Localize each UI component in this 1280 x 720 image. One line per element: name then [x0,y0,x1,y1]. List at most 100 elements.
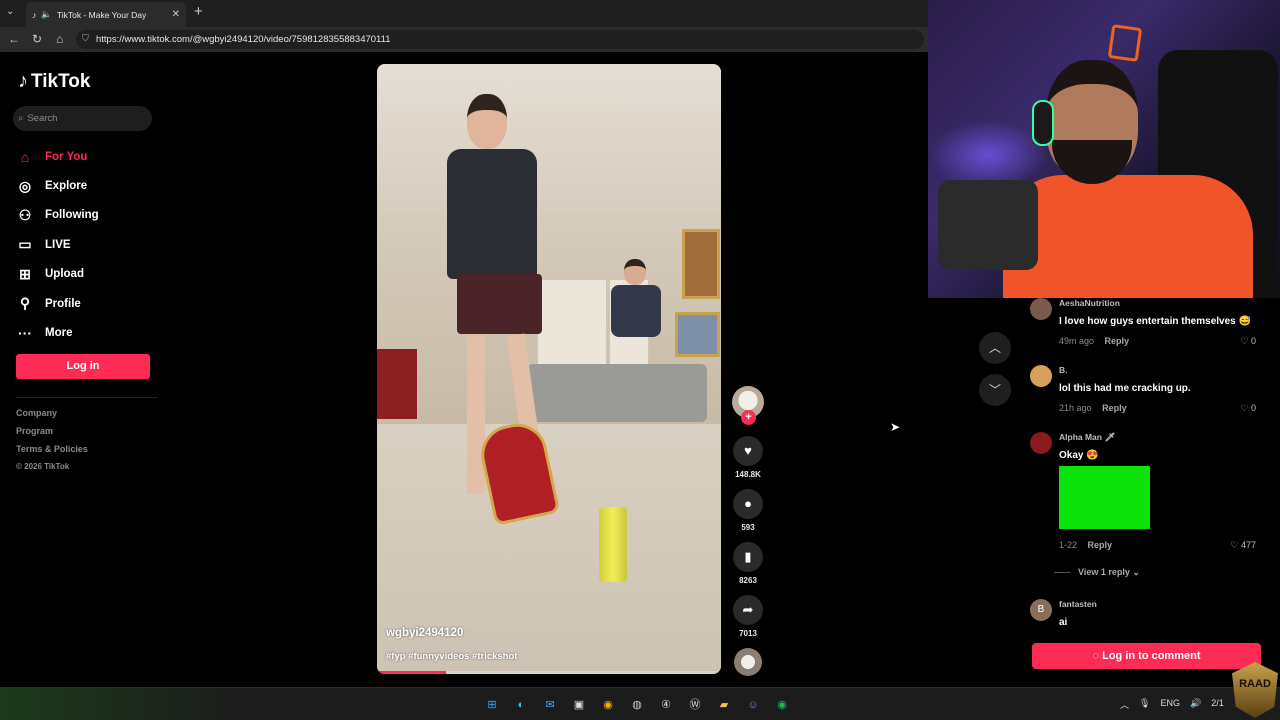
video-frame-head [467,94,507,149]
microphone-icon[interactable]: 🎙 [1139,698,1150,711]
commenter-name[interactable]: B. [1059,365,1068,375]
save-count: 8263 [739,576,757,585]
edge-browser-icon[interactable]: ◐ [511,695,531,715]
comment-like-button[interactable]: ♡ 0 [1240,403,1256,414]
follow-plus-icon[interactable]: + [741,410,756,425]
chrome-icon[interactable]: ◉ [598,695,618,715]
tab-close-icon[interactable]: ✕ [172,9,180,20]
sidebar-item-upload[interactable]: ⊞ Upload [16,260,99,289]
url-field[interactable]: ⛉ https://www.tiktok.com/@wgbyi2494120/v… [76,30,924,49]
sidebar-item-more[interactable]: ··· More [16,318,99,347]
video-player[interactable]: wgbyi2494120 #fyp #funnyvideos #tricksho… [377,64,721,674]
next-video-button[interactable]: ﹀ [979,374,1011,406]
wordpad-icon[interactable]: Ⓦ [685,695,705,715]
comment-time: 1-22 [1059,540,1078,550]
music-disc-icon[interactable] [734,648,762,676]
commenter-avatar[interactable] [1030,432,1052,454]
sidebar-item-label: For You [45,150,88,163]
webcam-overlay [928,0,1280,298]
share-count: 7013 [739,629,757,638]
author-avatar[interactable]: + [732,386,764,425]
video-author[interactable]: wgbyi2494120 [386,627,463,639]
video-frame-head [624,259,646,285]
comment-meta: 1-22 Reply [1059,540,1112,550]
previous-video-button[interactable]: ︿ [979,332,1011,364]
windows-start-icon[interactable]: ⊞ [482,695,502,715]
sidebar-item-live[interactable]: ▭ LIVE [16,230,99,259]
comment-text: I love how guys entertain themselves 😅 [1059,316,1251,327]
commenter-name[interactable]: AeshaNutrition [1059,298,1120,308]
video-frame-painting [675,312,720,357]
video-hashtags[interactable]: #fyp #funnyvideos #trickshot [386,651,517,662]
reply-button[interactable]: Reply [1088,540,1113,550]
sidebar-item-profile[interactable]: ⚲ Profile [16,289,99,318]
video-frame-tennis-ball-can [599,507,627,582]
tiktok-favicon-icon: ♪ [32,9,37,20]
home-nav-icon[interactable]: ⌂ [56,32,63,46]
chevron-down-icon: ⌄ [1132,567,1140,577]
logo-text: TikTok [31,70,91,92]
tiktok-note-icon: ♪ [18,70,28,92]
footer-link-program[interactable]: Program [16,426,88,444]
comment-text: ai [1059,617,1068,628]
url-text: https://www.tiktok.com/@wgbyi2494120/vid… [96,34,391,45]
login-to-comment-button[interactable]: ◌ Log in to comment [1032,643,1261,669]
comment-like-button[interactable]: ♡ 477 [1230,540,1256,551]
commenter-name[interactable]: fantasten [1059,599,1097,609]
commenter-name[interactable]: Alpha Man 🗡 [1059,432,1115,443]
footer-link-company[interactable]: Company [16,408,88,426]
video-frame-shorts [457,274,542,334]
view-replies-button[interactable]: View 1 reply ⌄ [1054,567,1140,578]
browser-tab[interactable]: ♪ 🔈 TikTok - Make Your Day ✕ [26,2,186,27]
obs-icon[interactable]: ◍ [627,695,647,715]
heart-outline-icon: ♡ [1240,336,1249,346]
discord-icon[interactable]: ☺ [743,695,763,715]
save-button[interactable]: ▮ [733,542,763,572]
window-app-icon[interactable]: ▣ [569,695,589,715]
reply-button[interactable]: Reply [1102,403,1127,413]
search-input[interactable]: ⌕ Search [13,106,152,131]
footer-link-terms[interactable]: Terms & Policies [16,444,88,462]
comment-button[interactable]: ● [733,489,763,519]
volume-icon[interactable]: 🔊 [1190,698,1201,711]
like-button[interactable]: ♥ [733,436,763,466]
sidebar-item-following[interactable]: ⚇ Following [16,201,99,230]
speaker-icon[interactable]: 🔈 [41,9,52,20]
new-tab-icon[interactable]: + [194,3,203,20]
video-progress-bar[interactable] [377,671,721,674]
tray-chevron-up-icon[interactable]: ︿ [1120,698,1129,711]
sidebar-item-for-you[interactable]: ⌂ For You [16,142,99,171]
webcam-streamer-shirt [1003,175,1253,298]
chevron-up-icon: ︿ [988,341,1001,355]
share-button[interactable]: ➦ [733,595,763,625]
sidebar-item-label: Explore [45,180,88,193]
reload-icon[interactable]: ↻ [32,32,42,46]
video-frame-second-person [609,259,669,369]
heart-outline-icon: ♡ [1230,540,1239,550]
login-button[interactable]: Log in [16,354,150,379]
file-explorer-icon[interactable]: ▰ [714,695,734,715]
commenter-avatar[interactable]: B [1030,599,1052,621]
tab-list-chevron-icon[interactable]: ⌄ [6,6,14,17]
copyright: © 2026 TikTok [16,462,70,471]
tiktok-logo[interactable]: ♪ TikTok [18,70,90,93]
4k-downloader-icon[interactable]: ④ [656,695,676,715]
video-progress-fill [377,671,446,674]
windows-taskbar: ⊞ ◐ ✉ ▣ ◉ ◍ ④ Ⓦ ▰ ☺ ◉ ︿ 🎙 ENG 🔊 2/1 [0,687,1280,720]
comment-image[interactable] [1059,466,1150,529]
clock[interactable]: 2/1 [1211,698,1224,711]
comment-like-button[interactable]: ♡ 0 [1240,336,1256,347]
sidebar-item-explore[interactable]: ◎ Explore [16,171,99,200]
comment-bubble-icon: ◌ [1092,650,1100,662]
comment-time: 49m ago [1059,336,1095,346]
mail-icon[interactable]: ✉ [540,695,560,715]
back-icon[interactable]: ← [8,32,20,46]
language-indicator[interactable]: ENG [1160,698,1180,711]
browser-tab-bar: ⌄ ♪ 🔈 TikTok - Make Your Day ✕ + [0,0,928,27]
reply-button[interactable]: Reply [1105,336,1130,346]
spotify-icon[interactable]: ◉ [772,695,792,715]
site-info-icon[interactable]: ⛉ [82,33,89,44]
commenter-avatar[interactable] [1030,365,1052,387]
sidebar-item-label: Profile [45,297,81,310]
commenter-avatar[interactable] [1030,298,1052,320]
